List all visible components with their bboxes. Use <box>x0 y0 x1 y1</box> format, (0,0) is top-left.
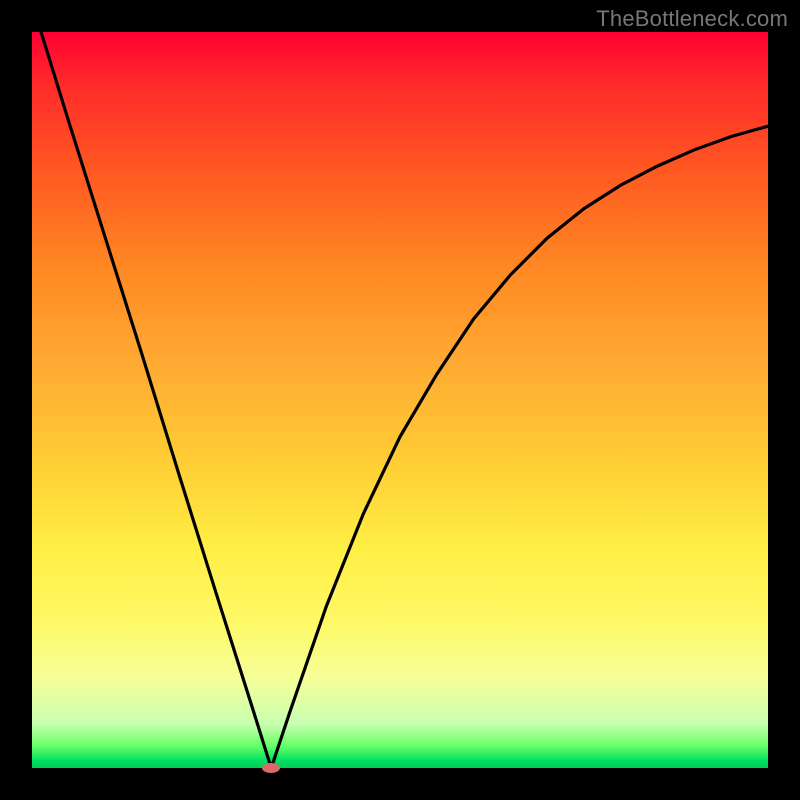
bottleneck-curve <box>32 32 768 768</box>
watermark-text: TheBottleneck.com <box>596 6 788 32</box>
plot-area <box>32 32 768 768</box>
minimum-marker <box>262 763 280 773</box>
chart-frame: TheBottleneck.com <box>0 0 800 800</box>
